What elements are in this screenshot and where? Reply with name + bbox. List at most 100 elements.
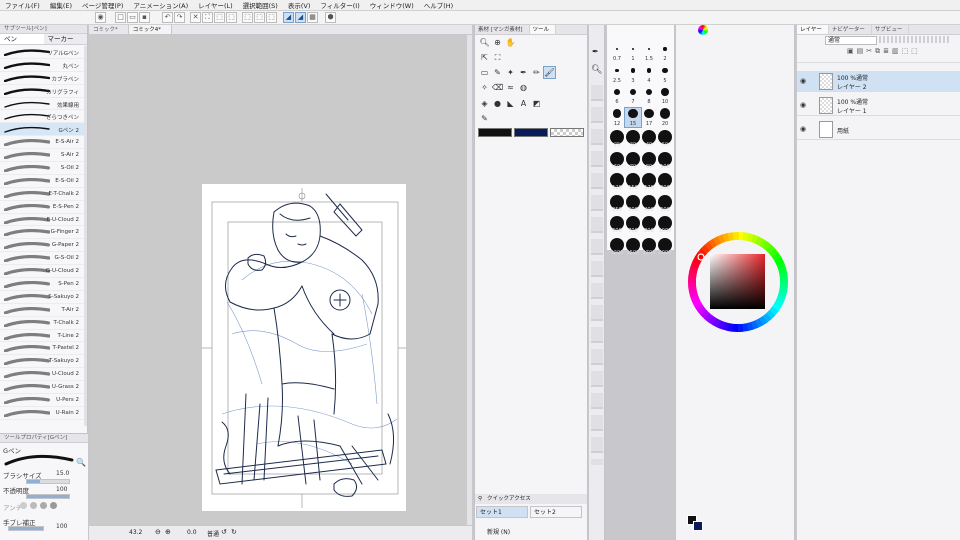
brush-size-preset[interactable]: 17 xyxy=(641,108,657,127)
brush-size-preset[interactable]: 2 xyxy=(657,43,673,62)
brush-size-preset[interactable]: 300 xyxy=(625,194,641,213)
brush-size-preset[interactable]: 8 xyxy=(641,86,657,105)
menu-item-5[interactable]: 選択範囲(S) xyxy=(238,0,283,10)
transform-icon[interactable]: ⛶ xyxy=(202,12,213,23)
zoom-value[interactable]: 43.2 xyxy=(129,529,142,536)
brush-size-preset[interactable]: 170 xyxy=(641,172,657,191)
stabilization-slider[interactable] xyxy=(8,526,44,531)
brush-item[interactable]: T-Line 2 xyxy=(0,330,86,343)
brush-size-preset[interactable]: 0.7 xyxy=(609,43,625,62)
brush-item[interactable]: G-Finger 2 xyxy=(0,226,86,240)
pen-tool-icon[interactable]: ✒ xyxy=(518,67,529,78)
snap-grid-icon[interactable]: ▦ xyxy=(307,12,318,23)
transparent-color-swatch[interactable] xyxy=(550,128,584,137)
gradient-tool-icon[interactable]: ◩ xyxy=(531,98,542,109)
text-tool-icon[interactable]: A xyxy=(518,98,529,109)
layer-toolbar[interactable]: ▣▤✂⧉≣▥⬚⬚ xyxy=(797,47,960,63)
eyedropper-tool-icon[interactable]: ⛶ xyxy=(492,52,503,63)
quick-access-set-2[interactable]: セット2 xyxy=(530,506,582,518)
brush-size-preset[interactable]: 40 xyxy=(641,129,657,148)
brush-size-preset[interactable]: 400 xyxy=(641,194,657,213)
main-color-swatch[interactable] xyxy=(478,128,512,137)
brush-size-preset[interactable]: 1500 xyxy=(625,237,641,256)
brush-size-preset[interactable]: 20 xyxy=(657,108,673,127)
brush-shape-presets[interactable] xyxy=(591,85,603,465)
new-file-icon[interactable]: □ xyxy=(115,12,126,23)
brush-item[interactable]: S-Sakuyo 2 xyxy=(0,291,86,304)
brush-item[interactable]: U-Grass 2 xyxy=(0,381,86,395)
figure-tool-icon[interactable]: ◈ xyxy=(479,98,490,109)
menu-item-3[interactable]: アニメーション(A) xyxy=(128,0,193,10)
brush-size-preset[interactable]: 500 xyxy=(657,194,673,213)
opacity-slider[interactable] xyxy=(879,36,951,43)
lasso-tool-icon[interactable]: ✎ xyxy=(492,67,503,78)
brush-size-preset[interactable]: 200 xyxy=(657,172,673,191)
zoom-tool-icon[interactable]: 🔍︎ xyxy=(479,37,490,48)
brush-size-preset[interactable]: 700 xyxy=(625,215,641,234)
rotate-left-icon[interactable]: ↺ xyxy=(221,528,227,536)
open-file-icon[interactable]: ▭ xyxy=(127,12,138,23)
brush-item[interactable]: S-Oil 2 xyxy=(0,162,86,175)
brush-size-preset[interactable]: 600 xyxy=(609,215,625,234)
clip-studio-icon[interactable]: ◉ xyxy=(95,12,106,23)
redo-icon[interactable]: ↷ xyxy=(174,12,185,23)
brush-item[interactable]: T-Chalk 2 xyxy=(0,317,86,330)
move-tool-icon[interactable]: ⊕ xyxy=(492,37,503,48)
brush-size-preset[interactable]: 70 xyxy=(625,151,641,170)
brush-size-preset[interactable]: 60 xyxy=(609,151,625,170)
auto-select-tool-icon[interactable]: ✦ xyxy=(505,67,516,78)
brush-size-preset[interactable]: 800 xyxy=(641,215,657,234)
brush-size-value[interactable]: 15.0 xyxy=(56,470,69,477)
brush-item[interactable]: G-U-Cloud 2 xyxy=(0,265,86,279)
menu-item-1[interactable]: 編集(E) xyxy=(45,0,77,10)
menu-item-9[interactable]: ヘルプ(H) xyxy=(419,0,458,10)
tab-layer[interactable]: レイヤー xyxy=(797,25,829,34)
layer-row[interactable]: ◉ 用紙 xyxy=(797,119,960,140)
brush-item[interactable]: S-Air 2 xyxy=(0,149,86,163)
ruler-tool-icon[interactable]: ◣ xyxy=(505,98,516,109)
eye-icon[interactable]: ◉ xyxy=(800,101,806,109)
tab-navigator[interactable]: ナビゲーター xyxy=(829,25,872,34)
quick-access-set-1[interactable]: セット1 xyxy=(476,506,528,518)
brush-item[interactable]: ざらつきペン xyxy=(0,110,86,124)
brush-item[interactable]: 丸ペン xyxy=(0,59,86,72)
menu-item-4[interactable]: レイヤー(L) xyxy=(193,0,238,10)
brush-size-preset[interactable]: 10 xyxy=(657,86,673,105)
snap-special-ruler-icon[interactable]: ◢ xyxy=(295,12,306,23)
deselect-icon[interactable]: ⬚ xyxy=(226,12,237,23)
brush-size-preset[interactable]: 12 xyxy=(609,108,625,127)
frame-tool-icon[interactable]: ● xyxy=(492,98,503,109)
brush-item[interactable]: 効果線用 xyxy=(0,98,86,111)
tab-material[interactable]: 素材 [マンガ素材] xyxy=(475,25,530,34)
brush-item[interactable]: T-Pastel 2 xyxy=(0,342,86,356)
fill-tool-icon[interactable]: ◍ xyxy=(518,82,529,93)
invert-selection-icon[interactable]: ⬚ xyxy=(242,12,253,23)
brush-size-preset[interactable]: 1000 xyxy=(657,215,673,234)
brush-item[interactable]: E-U-Cloud 2 xyxy=(0,214,86,227)
brush-size-preset[interactable]: 1.5 xyxy=(641,43,657,62)
tool-settings-icon[interactable]: 🔍 xyxy=(76,458,86,467)
menu-item-8[interactable]: ウィンドウ(W) xyxy=(365,0,419,10)
brush-size-preset[interactable]: 15 xyxy=(624,106,642,128)
clear-icon[interactable]: ✕ xyxy=(190,12,201,23)
opacity-value[interactable]: 100 xyxy=(56,486,67,493)
brush-size-preset[interactable]: 2000 xyxy=(657,237,673,256)
selection-tool-icon[interactable]: ▭ xyxy=(479,67,490,78)
sub-color-swatch[interactable] xyxy=(514,128,548,137)
brush-item[interactable]: U-Cloud 2 xyxy=(0,368,86,382)
menu-item-2[interactable]: ページ管理(P) xyxy=(77,0,128,10)
brush-item[interactable]: T-Air 2 xyxy=(0,304,86,317)
brush-item[interactable]: G-Paper 2 xyxy=(0,239,86,253)
brush-size-preset[interactable]: 1700 xyxy=(641,237,657,256)
color-wheel-tab-icon[interactable] xyxy=(698,25,708,35)
brush-item[interactable]: E-S-Air 2 xyxy=(0,136,86,150)
object-tool-icon[interactable]: ⇱ xyxy=(479,52,490,63)
brush-size-preset[interactable]: 2.5 xyxy=(609,65,625,84)
brush-size-slider[interactable] xyxy=(26,479,70,484)
zoom-out-icon[interactable]: ⊖ xyxy=(155,528,161,536)
airbrush-tool-icon[interactable]: ✧ xyxy=(479,82,490,93)
tab-tool[interactable]: ツール xyxy=(529,25,557,34)
canvas-area[interactable] xyxy=(89,35,467,525)
brush-item[interactable]: E-S-Oil 2 xyxy=(0,175,86,188)
brush-tool-icon[interactable]: 🖌︎ xyxy=(543,66,556,79)
